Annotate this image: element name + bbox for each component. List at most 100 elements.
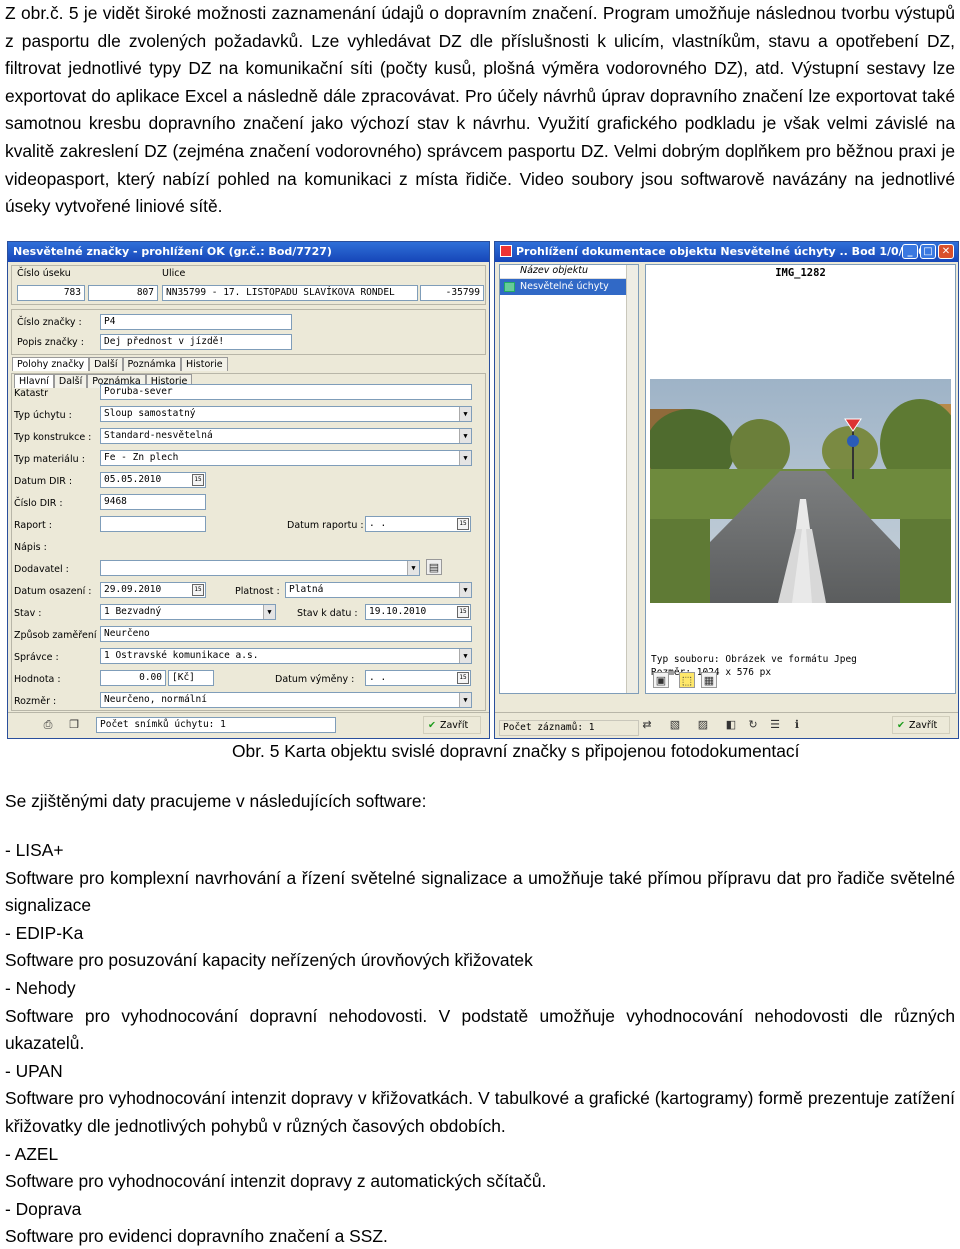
info-icon[interactable]: ℹ [789, 717, 805, 733]
photo-icon[interactable]: ▣ [653, 672, 669, 688]
field-datum-dir[interactable]: 05.05.2010 15 [100, 472, 206, 488]
value-katastr: Poruba-sever [104, 386, 173, 397]
label-datum-raportu: Datum raportu : [287, 520, 364, 531]
field-datum-raportu[interactable]: . . 15 [365, 516, 471, 532]
select-typ-materialu[interactable]: Fe - Zn plech ▼ [100, 450, 472, 466]
calendar-icon[interactable]: 15 [192, 474, 204, 486]
tab-dalsi-top[interactable]: Další [89, 357, 123, 371]
label-napis: Nápis : [14, 542, 47, 553]
label-datum-osazeni: Datum osazení : [14, 586, 92, 597]
chevron-down-icon[interactable]: ▼ [459, 429, 471, 443]
software-name: - EDIP-Ka [5, 922, 84, 943]
folder-icon [504, 282, 515, 292]
tree-item-nesvetelne-uchyty[interactable]: Nesvětelné úchyty [500, 279, 638, 295]
field-hodnota-unit: [Kč] [168, 670, 214, 686]
field-cislo-znacky[interactable]: P4 [100, 314, 292, 330]
value-datum-dir: 05.05.2010 [104, 474, 162, 485]
label-dodavatel: Dodavatel : [14, 564, 69, 575]
field-zpusob-zamereni[interactable]: Neurčeno [100, 626, 472, 642]
select-stav[interactable]: 1 Bezvadný ▼ [100, 604, 276, 620]
select-spravce[interactable]: 1 Ostravské komunikace a.s. ▼ [100, 648, 472, 664]
sign-record-titlebar: Nesvětelné značky - prohlížení OK (gr.č.… [8, 242, 489, 262]
label-rozmer: Rozměr : [14, 696, 57, 707]
tab-hlavni[interactable]: Hlavní [14, 374, 54, 388]
select-icon[interactable]: ⬚ [679, 672, 695, 688]
software-name: - Doprava [5, 1198, 82, 1219]
field-katastr[interactable]: Poruba-sever [100, 384, 472, 400]
field-hodnota[interactable]: 0.00 [100, 670, 166, 686]
label-cislo-znacky: Číslo značky : [17, 317, 82, 328]
value-spravce: 1 Ostravské komunikace a.s. [104, 650, 259, 661]
print-icon[interactable]: ⎙ [40, 717, 56, 733]
image-icon[interactable]: ▦ [701, 672, 717, 688]
value-datum-osazeni: 29.09.2010 [104, 584, 162, 595]
select-platnost[interactable]: Platná ▼ [285, 582, 472, 598]
select-typ-uchytu[interactable]: Sloup samostatný ▼ [100, 406, 472, 422]
road-photo [650, 379, 951, 603]
minimize-icon[interactable]: _ [902, 244, 918, 259]
value-typ-uchytu: Sloup samostatný [104, 408, 196, 419]
sign-record-window: Nesvětelné značky - prohlížení OK (gr.č.… [7, 241, 490, 739]
close-button[interactable]: ✔ Zavřít [423, 716, 481, 734]
record-count: Počet záznamů: 1 [499, 720, 639, 736]
value-cislo-dir: 9468 [104, 496, 127, 507]
figure-caption: Obr. 5 Karta objektu svislé dopravní zna… [232, 741, 800, 761]
close-button[interactable]: ✔ Zavřít [892, 716, 950, 734]
calendar-icon[interactable]: 15 [457, 518, 469, 530]
chevron-down-icon[interactable]: ▼ [407, 561, 419, 575]
left-bottom-toolbar: ⎙ ❐ Počet snímků úchytu: 1 ✔ Zavřít [8, 712, 489, 738]
select-typ-konstrukce[interactable]: Standard-nesvětelná ▼ [100, 428, 472, 444]
lookup-icon[interactable]: ▤ [426, 559, 442, 575]
chevron-down-icon[interactable]: ▼ [459, 451, 471, 465]
close-button-label: Zavřít [439, 720, 469, 731]
tree-scrollbar[interactable] [626, 265, 638, 693]
label-spravce: Správce : [14, 652, 59, 663]
field-datum-osazeni[interactable]: 29.09.2010 15 [100, 582, 206, 598]
chevron-down-icon[interactable]: ▼ [263, 605, 275, 619]
tab-polohy[interactable]: Polohy značky [12, 357, 90, 371]
field-raport[interactable] [100, 516, 206, 532]
label-typ-konstrukce: Typ konstrukce : [14, 432, 92, 443]
chevron-down-icon[interactable]: ▼ [459, 407, 471, 421]
software-desc: Software pro komplexní navrhování a říze… [5, 867, 955, 916]
value-datum-raportu: . . [369, 518, 387, 529]
copy-icon[interactable]: ❐ [66, 717, 82, 733]
field-cislo-useku-b[interactable]: 807 [88, 285, 158, 301]
field-popis-znacky[interactable]: Dej přednost v jízdě! [100, 334, 292, 350]
tab-historie-top[interactable]: Historie [180, 357, 228, 371]
field-cislo-useku-a[interactable]: 783 [17, 285, 85, 301]
refresh-icon[interactable]: ↻ [745, 717, 761, 733]
tab-poznamka-top[interactable]: Poznámka [122, 357, 181, 371]
view-icon[interactable]: ◧ [723, 717, 739, 733]
field-datum-vymeny[interactable]: . . 15 [365, 670, 471, 686]
app-icon [500, 245, 512, 257]
tree-header: Název objektu [500, 265, 638, 279]
object-tree: Název objektu Nesvětelné úchyty [499, 264, 639, 694]
tab-dalsi[interactable]: Další [53, 374, 88, 388]
image-add-icon[interactable]: ▧ [667, 717, 683, 733]
label-datum-vymeny: Datum výměny : [275, 674, 355, 685]
field-cislo-dir[interactable]: 9468 [100, 494, 206, 510]
field-ulice[interactable]: NN35799 - 17. LISTOPADU SLAVÍKOVA RONDEL [162, 285, 418, 301]
calendar-icon[interactable]: 15 [457, 606, 469, 618]
folder-open-icon[interactable]: ▨ [695, 717, 711, 733]
value-hodnota-unit: [Kč] [172, 672, 195, 683]
close-icon[interactable]: ✕ [938, 244, 954, 259]
move-icon[interactable]: ⇄ [639, 717, 655, 733]
chevron-down-icon[interactable]: ▼ [459, 649, 471, 663]
select-rozmer[interactable]: Neurčeno, normální ▼ [100, 692, 472, 708]
label-cislo-dir: Číslo DIR : [14, 498, 63, 509]
label-typ-uchytu: Typ úchytu : [14, 410, 72, 421]
select-dodavatel[interactable]: ▼ [100, 560, 420, 576]
documentation-titlebar: Prohlížení dokumentace objektu Nesvěteln… [495, 242, 958, 262]
chevron-down-icon[interactable]: ▼ [459, 583, 471, 597]
calendar-icon[interactable]: 15 [192, 584, 204, 596]
field-ulice-code[interactable]: -35799 [420, 285, 484, 301]
maximize-icon[interactable]: □ [920, 244, 936, 259]
chevron-down-icon[interactable]: ▼ [459, 693, 471, 707]
label-zpusob-zamereni: Způsob zaměření : [14, 630, 103, 641]
calendar-icon[interactable]: 15 [457, 672, 469, 684]
list-icon[interactable]: ☰ [767, 717, 783, 733]
field-stav-k-datu[interactable]: 19.10.2010 15 [365, 604, 471, 620]
image-name: IMG_1282 [775, 267, 826, 279]
